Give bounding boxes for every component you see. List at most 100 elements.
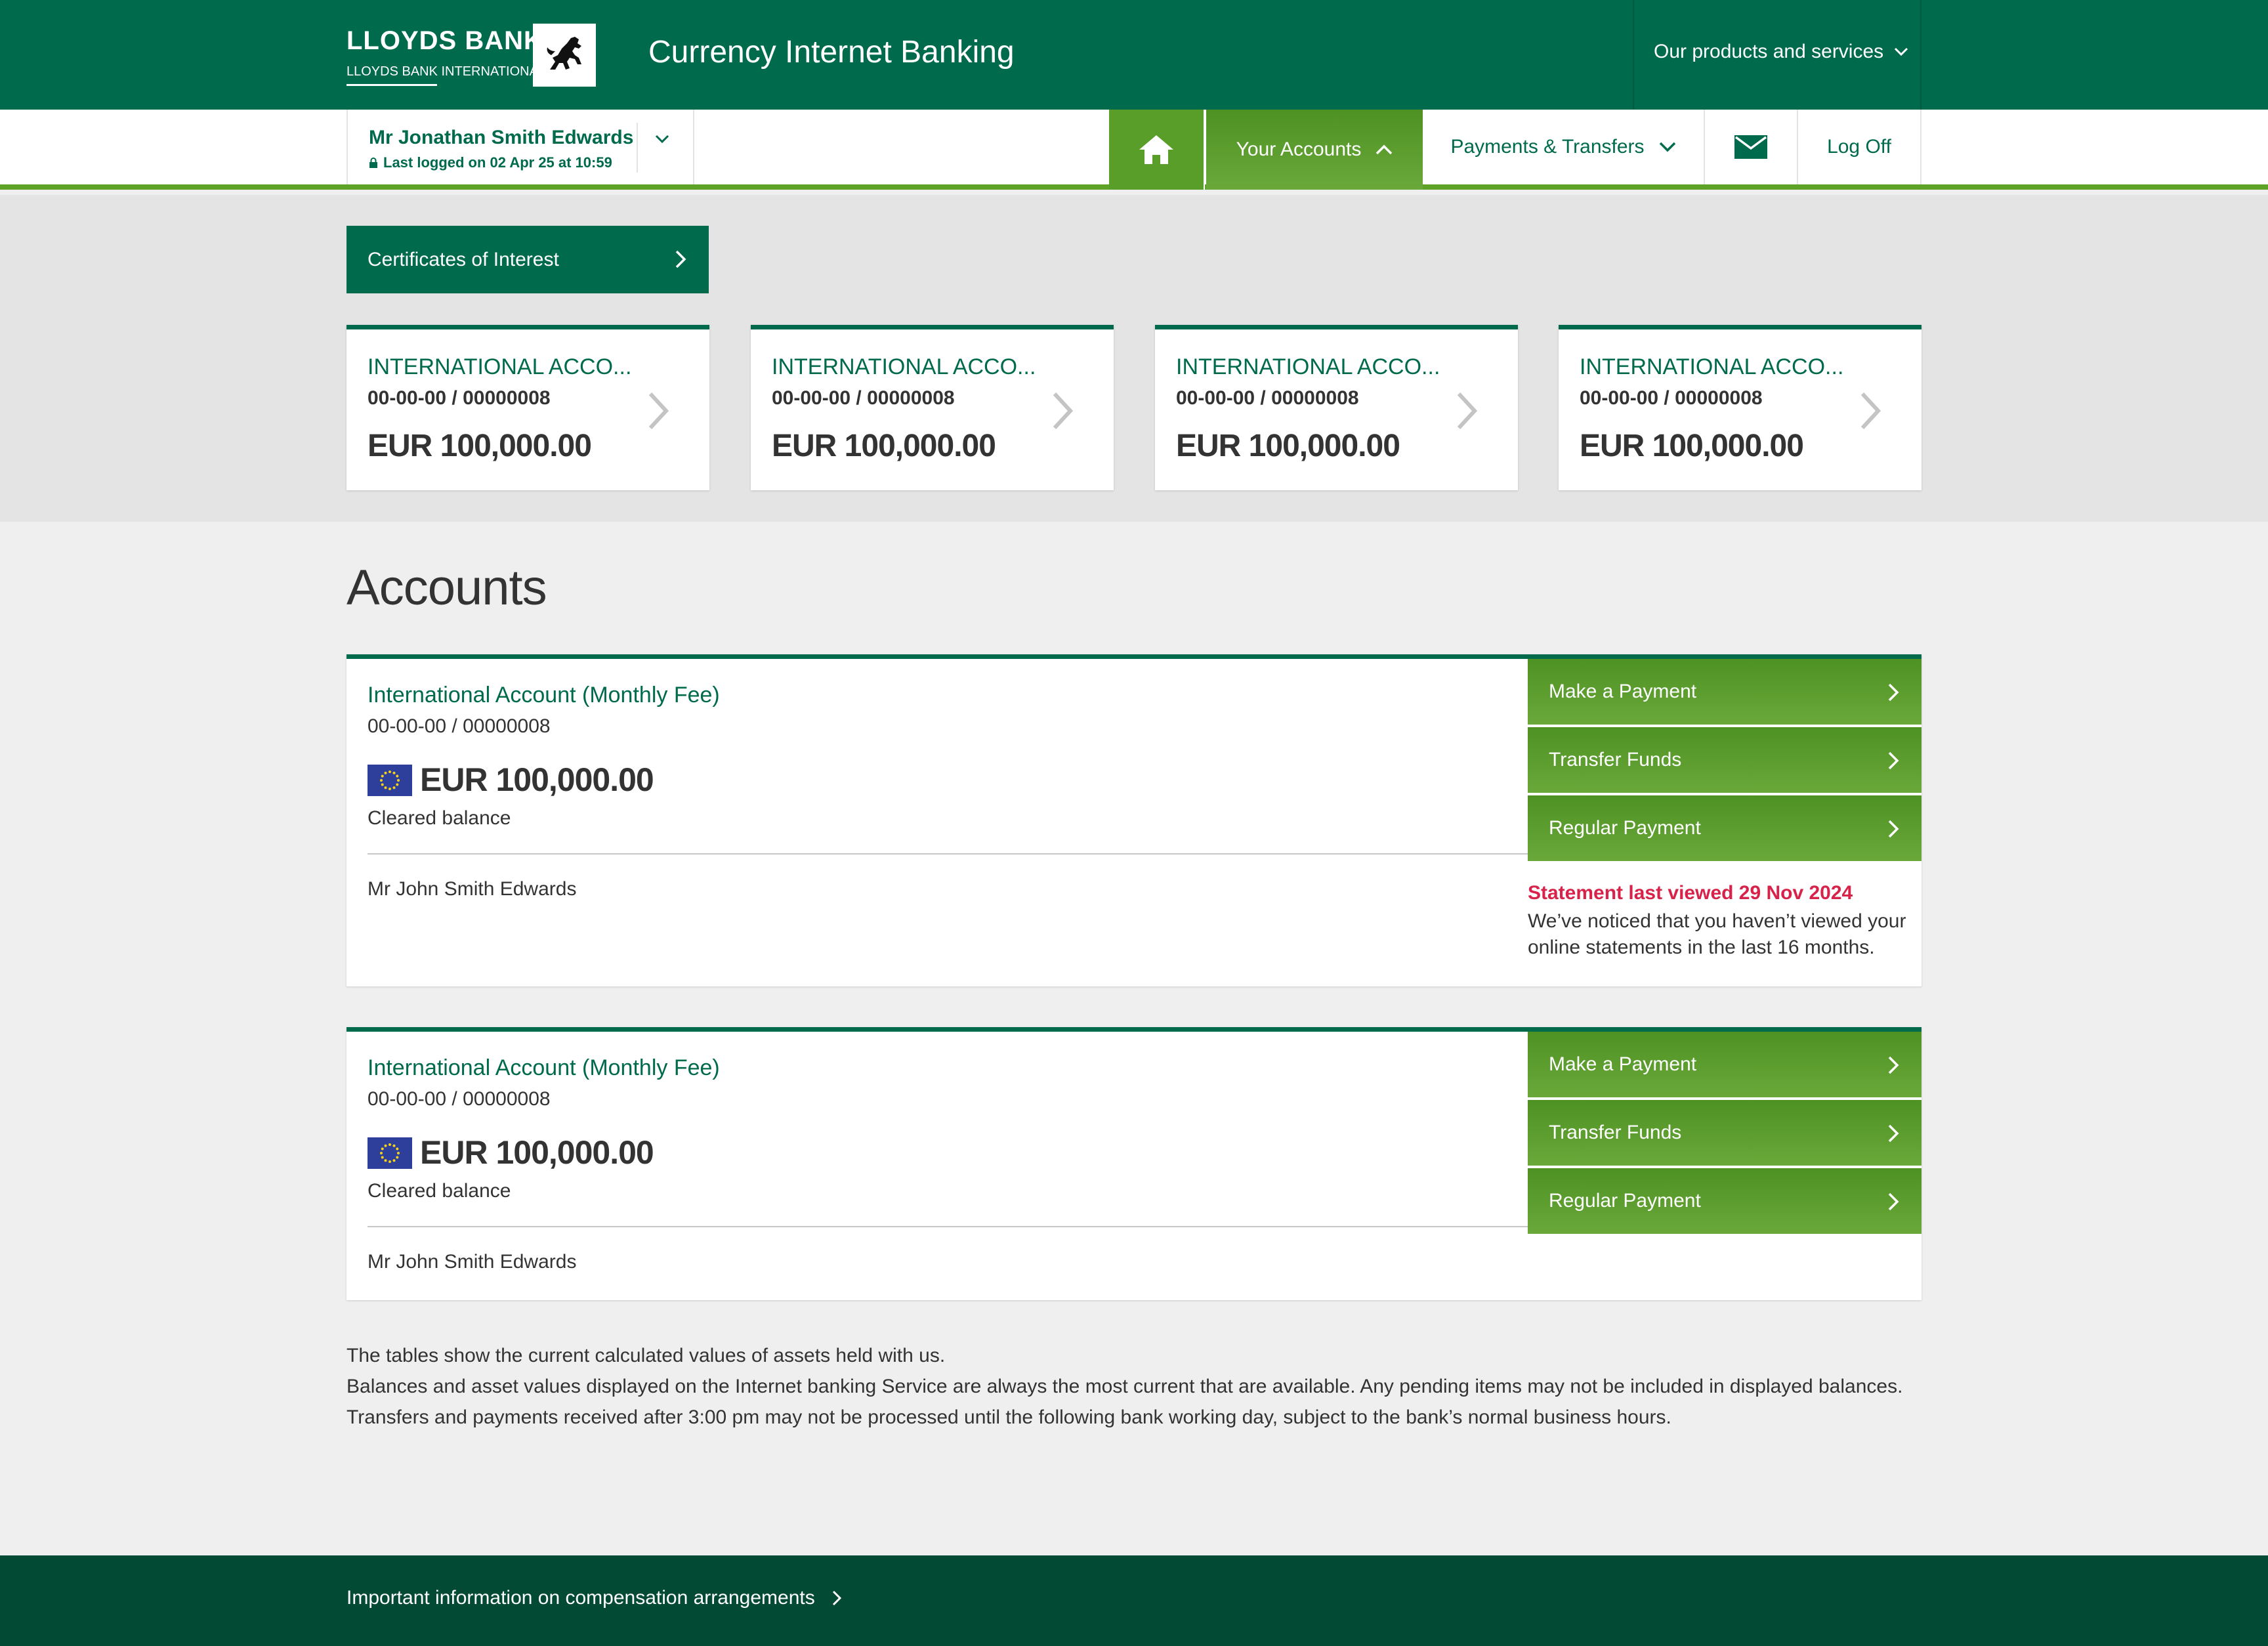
certificates-label: Certificates of Interest: [368, 248, 559, 270]
account-card[interactable]: INTERNATIONAL ACCO... 00-00-00 / 0000000…: [751, 325, 1114, 490]
lock-icon: [369, 158, 377, 168]
chevron-right-icon: [1888, 683, 1899, 702]
account-owner: Mr John Smith Edwards: [368, 878, 577, 900]
mail-icon: [1734, 135, 1767, 159]
chevron-right-icon: [1888, 820, 1899, 838]
account-card-number: 00-00-00 / 00000008: [772, 387, 955, 409]
regular-payment-label: Regular Payment: [1549, 1190, 1701, 1212]
account-card-name: INTERNATIONAL ACCO...: [1176, 354, 1440, 379]
account-panel: International Account (Monthly Fee) 00-0…: [346, 654, 1922, 986]
account-card-balance: EUR 100,000.00: [368, 429, 592, 463]
products-menu-label: Our products and services: [1654, 41, 1884, 62]
account-card-name: INTERNATIONAL ACCO...: [772, 354, 1036, 379]
chevron-right-icon: [832, 1590, 841, 1606]
account-panel: International Account (Monthly Fee) 00-0…: [346, 1027, 1922, 1300]
footnote-line: Balances and asset values displayed on t…: [346, 1376, 1903, 1397]
divider: [368, 1226, 1528, 1227]
account-number: 00-00-00 / 00000008: [368, 1088, 551, 1110]
chevron-down-icon: [655, 135, 669, 144]
home-icon: [1139, 135, 1173, 164]
chevron-right-icon: [1888, 1124, 1899, 1143]
account-card[interactable]: INTERNATIONAL ACCO... 00-00-00 / 0000000…: [1559, 325, 1922, 490]
eu-flag-icon: [368, 1137, 412, 1169]
make-payment-label: Make a Payment: [1549, 681, 1697, 702]
transfer-funds-label: Transfer Funds: [1549, 1122, 1682, 1143]
account-card-number: 00-00-00 / 00000008: [1580, 387, 1763, 409]
site-header: LLOYDS BANK LLOYDS BANK INTERNATIONAL Cu…: [0, 0, 2268, 110]
header-divider: [1633, 0, 1634, 110]
chevron-right-icon: [1053, 392, 1074, 430]
user-name: Mr Jonathan Smith Edwards: [369, 127, 634, 148]
chevron-right-icon: [1457, 392, 1478, 430]
divider: [368, 853, 1528, 855]
chevron-down-icon: [1659, 142, 1675, 152]
account-card-name: INTERNATIONAL ACCO...: [368, 354, 632, 379]
statement-alert-text: We’ve noticed that you haven’t viewed yo…: [1528, 910, 1906, 958]
brand-sub: LLOYDS BANK INTERNATIONAL: [346, 64, 546, 79]
footnote-line: Transfers and payments received after 3:…: [346, 1406, 1671, 1428]
account-card-number: 00-00-00 / 00000008: [1176, 387, 1359, 409]
compensation-link[interactable]: Important information on compensation ar…: [346, 1587, 841, 1609]
nav-log-off[interactable]: Log Off: [1798, 110, 1922, 184]
eu-flag-icon: [368, 765, 412, 796]
chevron-right-icon: [1860, 392, 1881, 430]
chevron-down-icon: [1895, 47, 1908, 56]
certificates-of-interest-button[interactable]: Certificates of Interest: [346, 226, 709, 293]
nav-messages[interactable]: [1705, 110, 1798, 184]
account-owner: Mr John Smith Edwards: [368, 1251, 577, 1273]
account-card[interactable]: INTERNATIONAL ACCO... 00-00-00 / 0000000…: [346, 325, 709, 490]
nav-your-accounts[interactable]: Your Accounts: [1206, 110, 1423, 190]
transfer-funds-label: Transfer Funds: [1549, 749, 1682, 770]
logo-underline: [346, 84, 437, 86]
account-number: 00-00-00 / 00000008: [368, 715, 551, 737]
nav-payments-transfers[interactable]: Payments & Transfers: [1423, 110, 1705, 184]
account-card-balance: EUR 100,000.00: [1580, 429, 1804, 463]
chevron-right-icon: [648, 392, 669, 430]
header-divider: [1920, 0, 1922, 110]
account-card-balance: EUR 100,000.00: [772, 429, 996, 463]
black-horse-icon: [533, 24, 596, 87]
chevron-right-icon: [1888, 751, 1899, 770]
user-divider: [637, 123, 638, 173]
regular-payment-button[interactable]: Regular Payment: [1528, 795, 1922, 862]
account-card[interactable]: INTERNATIONAL ACCO... 00-00-00 / 0000000…: [1155, 325, 1518, 490]
products-menu[interactable]: Our products and services: [1654, 41, 1908, 63]
account-balance: EUR 100,000.00: [420, 1134, 654, 1171]
last-logged: Last logged on 02 Apr 25 at 10:59: [369, 154, 612, 171]
transfer-funds-button[interactable]: Transfer Funds: [1528, 1100, 1922, 1167]
chevron-right-icon: [1888, 1192, 1899, 1211]
compensation-link-label: Important information on compensation ar…: [346, 1587, 815, 1609]
user-menu-toggle[interactable]: [655, 135, 669, 147]
account-card-name: INTERNATIONAL ACCO...: [1580, 354, 1844, 379]
chevron-up-icon: [1376, 144, 1393, 155]
site-footer: Important information on compensation ar…: [0, 1555, 2268, 1646]
footnotes: The tables show the current calculated v…: [346, 1340, 1902, 1433]
account-card-balance: EUR 100,000.00: [1176, 429, 1400, 463]
regular-payment-label: Regular Payment: [1549, 817, 1701, 839]
page-title: Accounts: [346, 560, 547, 616]
account-card-number: 00-00-00 / 00000008: [368, 387, 551, 409]
chevron-right-icon: [675, 250, 686, 268]
nav-home[interactable]: [1109, 110, 1205, 190]
brand-name: LLOYDS BANK: [346, 26, 543, 55]
chevron-right-icon: [1888, 1056, 1899, 1074]
balance-label: Cleared balance: [368, 1180, 511, 1202]
regular-payment-button[interactable]: Regular Payment: [1528, 1168, 1922, 1235]
account-name-link[interactable]: International Account (Monthly Fee): [368, 1055, 720, 1081]
balance-label: Cleared balance: [368, 807, 511, 829]
app-title: Currency Internet Banking: [648, 35, 1015, 70]
account-balance: EUR 100,000.00: [420, 761, 654, 798]
nav-your-accounts-label: Your Accounts: [1236, 138, 1362, 160]
transfer-funds-button[interactable]: Transfer Funds: [1528, 727, 1922, 794]
footnote-line: The tables show the current calculated v…: [346, 1345, 946, 1366]
main-nav: Mr Jonathan Smith Edwards Last logged on…: [0, 110, 2268, 190]
summary-band: [0, 195, 2268, 522]
make-payment-button[interactable]: Make a Payment: [1528, 1032, 1922, 1099]
statement-alert-title: Statement last viewed 29 Nov 2024: [1528, 882, 1853, 904]
nav-payments-label: Payments & Transfers: [1450, 136, 1645, 158]
account-name-link[interactable]: International Account (Monthly Fee): [368, 683, 720, 708]
last-logged-text: Last logged on 02 Apr 25 at 10:59: [383, 154, 612, 171]
user-info: Mr Jonathan Smith Edwards Last logged on…: [346, 110, 694, 184]
make-payment-label: Make a Payment: [1549, 1053, 1697, 1075]
make-payment-button[interactable]: Make a Payment: [1528, 659, 1922, 726]
